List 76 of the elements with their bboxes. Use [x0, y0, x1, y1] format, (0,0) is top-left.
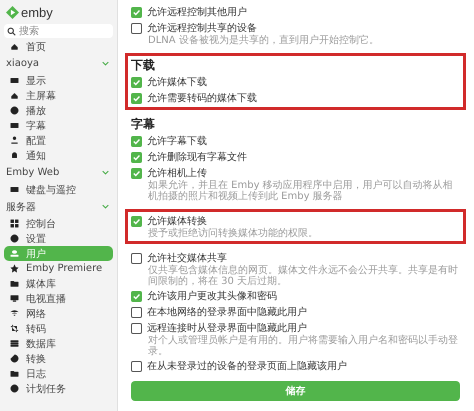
nav-icon	[10, 339, 19, 348]
section-header: 服务器	[6, 200, 36, 214]
chevron-down-icon[interactable]	[102, 170, 109, 175]
checkbox[interactable]	[131, 6, 142, 18]
checkbox-label: 远程连接时从登录界面中隐藏此用户	[147, 322, 307, 334]
search-field[interactable]: 搜索	[4, 24, 113, 38]
nav-icon	[10, 42, 19, 51]
nav-item[interactable]: 显示	[4, 73, 113, 88]
nav-icon	[10, 249, 19, 258]
nav-icon	[10, 309, 19, 318]
checkbox-label: 在从未登录过的设备的登录页面上隐藏该用户	[147, 360, 347, 373]
search-icon	[7, 27, 16, 36]
checkbox[interactable]	[131, 252, 142, 264]
checkbox[interactable]	[131, 22, 142, 34]
checkbox-label: 允许媒体下载	[147, 76, 207, 89]
checkbox-label: 在本地网络的登录界面中隐藏此用户	[147, 306, 307, 319]
nav-item[interactable]: Emby Premiere	[4, 261, 113, 276]
nav-icon	[10, 219, 19, 228]
checkbox-label: 允许社交媒体共享	[147, 252, 227, 264]
nav-icon	[10, 151, 19, 160]
logo-text: emby	[21, 6, 53, 18]
checkbox[interactable]	[131, 168, 142, 178]
nav-item[interactable]: 转换	[4, 351, 113, 366]
nav-item[interactable]: 媒体库	[4, 276, 113, 291]
nav-icon	[10, 294, 19, 303]
nav-item[interactable]: 首页	[4, 39, 113, 54]
nav-item[interactable]: 计划任务	[4, 381, 113, 396]
nav-item[interactable]: 配置	[4, 133, 113, 148]
logo-icon	[6, 6, 19, 18]
nav-item[interactable]: 电视直播	[4, 291, 113, 306]
help-text: 如果允许，并且在 Emby 移动应用程序中启用，用户可以自动将从相机拍摄的照片和视频上传到此 Emby 服务器	[147, 180, 454, 202]
help-text: 授予或拒绝访问转换媒体功能的权限。	[147, 228, 319, 239]
section-heading: 字幕	[131, 117, 156, 132]
nav-item[interactable]: 主屏幕	[4, 88, 113, 103]
help-text: 仅共享包含媒体信息的网页。媒体文件永远不会公开共享。共享是有时间限制的，将在 30 天后过期。	[147, 265, 459, 287]
nav-item[interactable]: 控制台	[4, 216, 113, 231]
checkbox[interactable]	[131, 136, 142, 146]
help-text: DLNA 设备被视为是共享的，直到用户开始控制它。	[147, 35, 380, 46]
checkbox-label: 允许媒体转换	[147, 214, 207, 228]
checkbox[interactable]	[131, 92, 142, 104]
checkbox-label: 允许相机上传	[147, 166, 207, 180]
chevron-down-icon[interactable]	[102, 204, 109, 209]
checkbox[interactable]	[131, 360, 142, 372]
checkbox-label: 允许远程控制共享的设备	[147, 22, 257, 34]
checkbox-label: 允许该用户更改其头像和密码	[147, 290, 277, 303]
nav-item[interactable]: 播放	[4, 103, 113, 118]
checkbox[interactable]	[131, 76, 142, 88]
nav-icon	[10, 279, 19, 288]
nav-item[interactable]: 设置	[4, 231, 113, 246]
checkbox[interactable]	[131, 216, 142, 226]
chevron-down-icon[interactable]	[102, 61, 109, 66]
nav-item[interactable]: 键盘与遥控	[4, 182, 113, 197]
nav-item[interactable]: 日志	[4, 366, 113, 381]
checkbox[interactable]	[131, 152, 142, 162]
section-heading: 下载	[131, 58, 156, 73]
nav-item[interactable]: 数据库	[4, 336, 113, 351]
nav-item[interactable]: 通知	[4, 148, 113, 163]
nav-item[interactable]: 网络	[4, 306, 113, 321]
nav-item[interactable]: 字幕	[4, 118, 113, 133]
nav-icon	[10, 185, 19, 194]
nav-icon	[10, 136, 19, 145]
section-header: Emby Web	[6, 167, 60, 178]
nav-icon	[10, 234, 19, 243]
nav-icon	[10, 324, 19, 333]
checkbox-label: 允许远程控制其他用户	[147, 6, 247, 19]
checkbox-label: 允许需要转码的媒体下载	[147, 92, 257, 105]
checkbox[interactable]	[131, 306, 142, 318]
checkbox-label: 允许字幕下载	[147, 134, 207, 148]
checkbox[interactable]	[131, 322, 142, 334]
help-text: 对个人或管理员帐户是有用的。用户将需要输入用户名和密码以手动登录。	[147, 335, 459, 357]
checkbox[interactable]	[131, 290, 142, 302]
checkbox-label: 允许删除现有字幕文件	[147, 150, 247, 164]
nav-icon	[10, 354, 19, 363]
nav-item[interactable]: 转码	[4, 321, 113, 336]
nav-icon	[10, 264, 19, 273]
section-header: xiaoya	[6, 58, 39, 69]
